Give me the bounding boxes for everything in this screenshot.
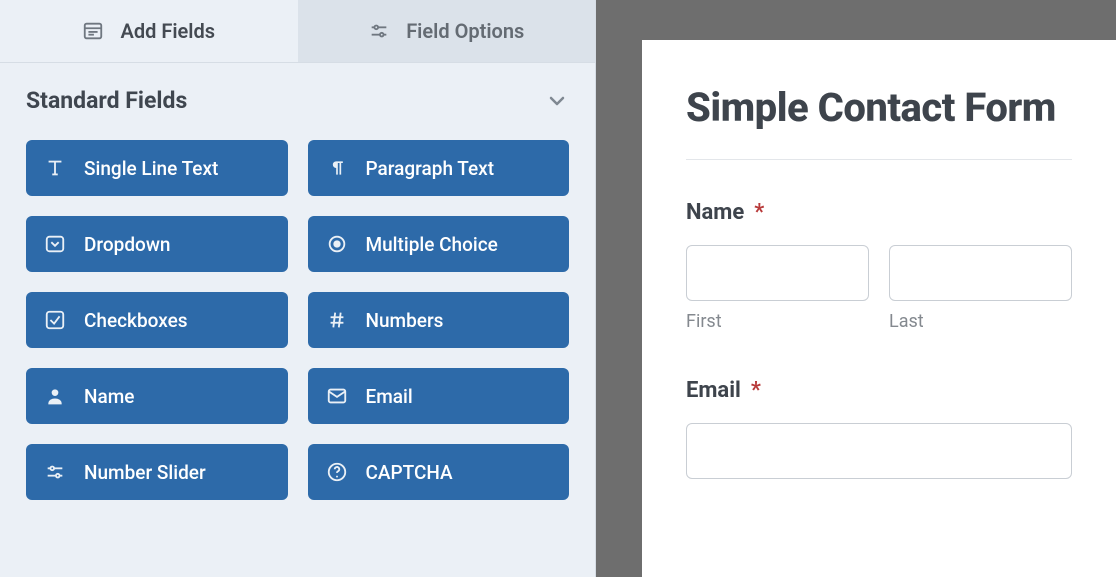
email-label: Email * [686,378,1072,403]
field-dropdown[interactable]: Dropdown [26,216,288,272]
chevron-down-icon [545,89,569,113]
field-label: Dropdown [84,233,171,256]
field-label: Number Slider [84,461,206,484]
required-mark: * [751,378,761,403]
form-title: Simple Contact Form [686,84,1072,131]
tabs: Add Fields Field Options [0,0,595,63]
name-field-group[interactable]: Name * First Last [686,200,1072,332]
user-icon [44,385,66,407]
field-label: CAPTCHA [366,461,453,484]
field-multiple-choice[interactable]: Multiple Choice [308,216,570,272]
field-captcha[interactable]: CAPTCHA [308,444,570,500]
sliders-icon [368,20,390,42]
form-icon [82,20,104,42]
form-canvas[interactable]: Simple Contact Form Name * First Last Em… [642,40,1116,577]
field-name[interactable]: Name [26,368,288,424]
email-field-group[interactable]: Email * [686,378,1072,479]
question-circle-icon [326,461,348,483]
field-checkboxes[interactable]: Checkboxes [26,292,288,348]
field-grid: Single Line Text Paragraph Text Dropdown [0,124,595,526]
checkbox-icon [44,309,66,331]
last-sublabel: Last [889,311,1072,332]
dropdown-icon [44,233,66,255]
hash-icon [326,309,348,331]
divider [686,159,1072,160]
field-label: Multiple Choice [366,233,498,256]
field-paragraph-text[interactable]: Paragraph Text [308,140,570,196]
required-mark: * [754,200,764,225]
field-numbers[interactable]: Numbers [308,292,570,348]
first-name-col: First [686,245,869,332]
section-header-standard[interactable]: Standard Fields [0,63,595,124]
tab-field-options[interactable]: Field Options [298,0,596,62]
left-panel: Add Fields Field Options Standard Fields [0,0,596,577]
preview-area: Simple Contact Form Name * First Last Em… [596,0,1116,577]
field-label: Checkboxes [84,309,188,332]
email-input[interactable] [686,423,1072,479]
field-label: Numbers [366,309,444,332]
tab-label: Add Fields [120,19,215,43]
field-email[interactable]: Email [308,368,570,424]
label-text: Name [686,200,744,225]
field-label: Name [84,385,134,408]
name-row: First Last [686,245,1072,332]
field-single-line-text[interactable]: Single Line Text [26,140,288,196]
field-label: Paragraph Text [366,157,495,180]
first-name-input[interactable] [686,245,869,301]
sliders-icon [44,461,66,483]
radio-icon [326,233,348,255]
first-sublabel: First [686,311,869,332]
field-label: Single Line Text [84,157,218,180]
last-name-input[interactable] [889,245,1072,301]
tab-add-fields[interactable]: Add Fields [0,0,298,62]
paragraph-icon [326,157,348,179]
envelope-icon [326,385,348,407]
section-title: Standard Fields [26,87,187,114]
text-cursor-icon [44,157,66,179]
label-text: Email [686,378,741,403]
last-name-col: Last [889,245,1072,332]
field-label: Email [366,385,413,408]
field-number-slider[interactable]: Number Slider [26,444,288,500]
tab-label: Field Options [406,19,524,43]
name-label: Name * [686,200,1072,225]
